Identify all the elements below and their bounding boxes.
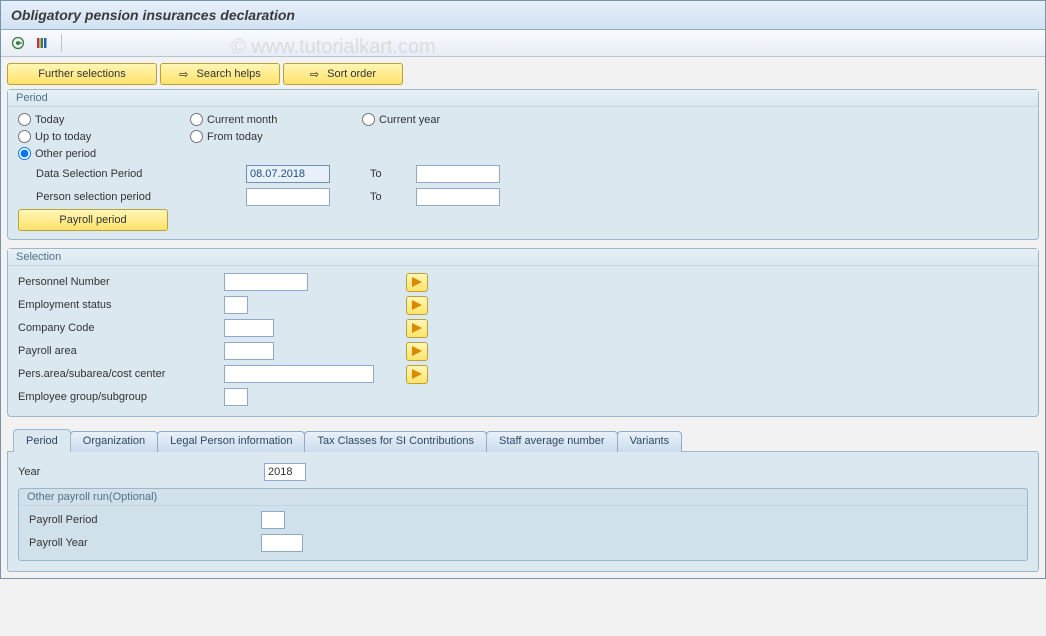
person-selection-period-label: Person selection period	[18, 191, 240, 203]
person-selection-to-input[interactable]	[416, 188, 500, 206]
arrow-right-icon: ⇨	[310, 68, 319, 81]
multi-select-button[interactable]	[406, 273, 428, 292]
radio-other-period[interactable]: Other period	[18, 147, 178, 160]
execute-icon[interactable]	[9, 34, 27, 52]
employee-group-label: Employee group/subgroup	[18, 391, 218, 403]
multi-select-button[interactable]	[406, 296, 428, 315]
tab-variants[interactable]: Variants	[617, 431, 683, 452]
toolbar-separator	[61, 34, 62, 52]
other-payroll-group: Other payroll run(Optional) Payroll Peri…	[18, 488, 1028, 561]
personnel-number-input[interactable]	[224, 273, 308, 291]
further-selections-button[interactable]: Further selections	[7, 63, 157, 85]
main-toolbar	[1, 30, 1045, 57]
tab-organization[interactable]: Organization	[70, 431, 158, 452]
payroll-year-label: Payroll Year	[29, 537, 255, 549]
sort-order-button[interactable]: ⇨ Sort order	[283, 63, 403, 85]
company-code-input[interactable]	[224, 319, 274, 337]
payroll-area-input[interactable]	[224, 342, 274, 360]
year-input[interactable]	[264, 463, 306, 481]
multi-select-button[interactable]	[406, 342, 428, 361]
personnel-number-label: Personnel Number	[18, 276, 218, 288]
variant-icon[interactable]	[33, 34, 51, 52]
radio-today[interactable]: Today	[18, 113, 178, 126]
multi-select-button[interactable]	[406, 319, 428, 338]
radio-current-year[interactable]: Current year	[362, 113, 472, 126]
year-label: Year	[18, 466, 258, 478]
selection-group: Selection Personnel Number Employment st…	[7, 248, 1039, 417]
other-payroll-title: Other payroll run(Optional)	[19, 489, 1027, 506]
multi-select-button[interactable]	[406, 365, 428, 384]
tab-panel-period: Year Other payroll run(Optional) Payroll…	[7, 451, 1039, 572]
payroll-period-label: Payroll Period	[29, 514, 255, 526]
payroll-year-input[interactable]	[261, 534, 303, 552]
tab-legal-person[interactable]: Legal Person information	[157, 431, 305, 452]
selection-group-title: Selection	[8, 249, 1038, 266]
search-helps-button[interactable]: ⇨ Search helps	[160, 63, 280, 85]
pers-area-input[interactable]	[224, 365, 374, 383]
period-group-title: Period	[8, 90, 1038, 107]
tab-staff-avg[interactable]: Staff average number	[486, 431, 618, 452]
to-label: To	[370, 168, 410, 180]
tab-tax-classes[interactable]: Tax Classes for SI Contributions	[304, 431, 487, 452]
payroll-period-button[interactable]: Payroll period	[18, 209, 168, 231]
page-title: Obligatory pension insurances declaratio…	[1, 1, 1045, 30]
person-selection-from-input[interactable]	[246, 188, 330, 206]
radio-up-to-today[interactable]: Up to today	[18, 130, 178, 143]
company-code-label: Company Code	[18, 322, 218, 334]
payroll-area-label: Payroll area	[18, 345, 218, 357]
pers-area-label: Pers.area/subarea/cost center	[18, 368, 218, 380]
data-selection-to-input[interactable]	[416, 165, 500, 183]
payroll-period-input[interactable]	[261, 511, 285, 529]
to-label: To	[370, 191, 410, 203]
radio-current-month[interactable]: Current month	[190, 113, 350, 126]
employee-group-input[interactable]	[224, 388, 248, 406]
data-selection-period-label: Data Selection Period	[18, 168, 240, 180]
tab-period[interactable]: Period	[13, 429, 71, 452]
employment-status-label: Employment status	[18, 299, 218, 311]
period-group: Period Today Current month Current year …	[7, 89, 1039, 240]
arrow-right-icon: ⇨	[179, 68, 188, 81]
data-selection-from-input[interactable]	[246, 165, 330, 183]
tab-strip: Period Organization Legal Person informa…	[7, 429, 1039, 452]
radio-from-today[interactable]: From today	[190, 130, 350, 143]
employment-status-input[interactable]	[224, 296, 248, 314]
